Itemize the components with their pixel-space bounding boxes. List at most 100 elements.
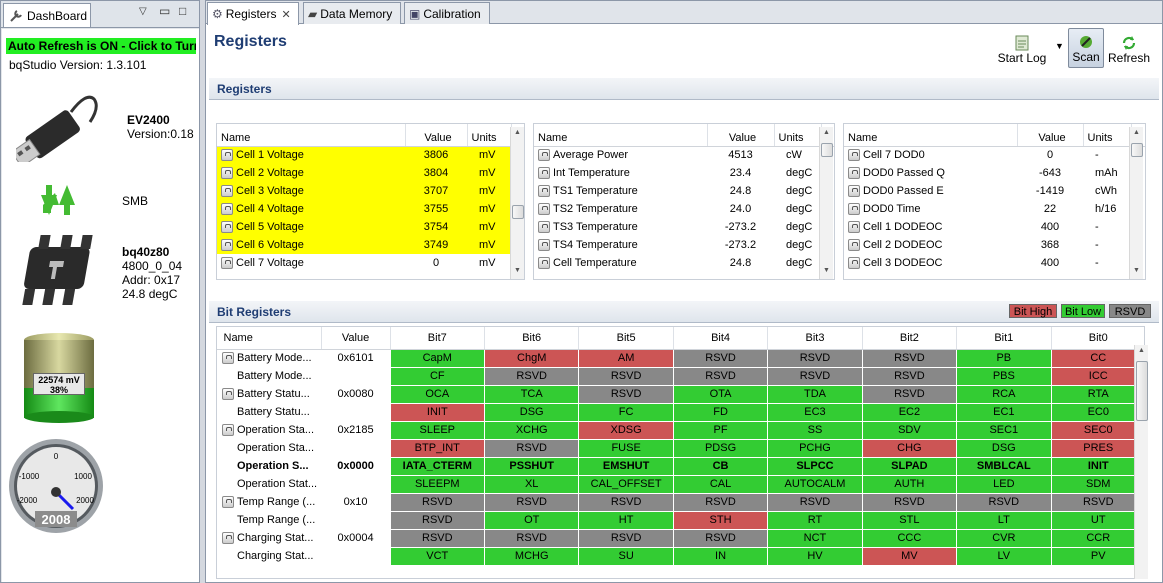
bit-cell[interactable]: PF xyxy=(672,420,769,440)
bit-cell[interactable]: RSVD xyxy=(483,492,580,512)
bit-cell[interactable]: PCHG xyxy=(767,438,863,458)
bit-cell[interactable]: NCT xyxy=(767,528,863,548)
bit-cell[interactable]: RSVD xyxy=(672,348,769,368)
tab-data-memory[interactable]: ▰ Data Memory xyxy=(303,2,401,24)
dashboard-tab[interactable]: DashBoard xyxy=(3,3,91,27)
bit-cell[interactable]: EC0 xyxy=(1050,402,1144,422)
bit-cell[interactable]: HV xyxy=(767,546,863,566)
register-row[interactable]: TS1 Temperature 24.8 degC xyxy=(534,182,834,200)
bit-cell[interactable]: XL xyxy=(483,474,580,494)
bit-cell[interactable]: TCA xyxy=(483,384,580,404)
bit-cell[interactable]: RSVD xyxy=(767,348,863,368)
bit-cell[interactable]: RSVD xyxy=(389,510,486,530)
bit-cell[interactable]: OTA xyxy=(672,384,769,404)
register-row[interactable]: TS2 Temperature 24.0 degC xyxy=(534,200,834,218)
refresh-button[interactable]: Refresh xyxy=(1106,28,1152,68)
bit-cell[interactable]: SDM xyxy=(1050,474,1144,494)
bit-cell[interactable]: IATA_CTERM xyxy=(389,456,486,476)
bit-cell[interactable]: RSVD xyxy=(389,528,486,548)
bit-cell[interactable]: HT xyxy=(578,510,674,530)
register-row[interactable]: Cell 2 Voltage 3804 mV xyxy=(217,164,524,182)
register-row[interactable]: Cell 1 Voltage 3806 mV xyxy=(217,146,524,164)
bit-cell[interactable]: PSSHUT xyxy=(483,456,580,476)
bit-register-row[interactable]: Battery Mode... 0x6101 CapM ChgM AM RSVD RSVD R… xyxy=(217,348,1144,368)
bit-cell[interactable]: RSVD xyxy=(578,384,674,404)
bit-cell[interactable]: RSVD xyxy=(672,528,769,548)
register-row[interactable]: DOD0 Time 22 h/16 xyxy=(844,200,1145,218)
register-row[interactable]: Cell 5 Voltage 3754 mV xyxy=(217,218,524,236)
tab-calibration[interactable]: ▣ Calibration xyxy=(404,2,490,24)
bit-cell[interactable]: PBS xyxy=(956,366,1052,386)
bit-register-row[interactable]: Temp Range (... RSVD OT HT STH RT STL LT UT xyxy=(217,510,1144,530)
bit-cell[interactable]: EC2 xyxy=(861,402,958,422)
view-menu-icon[interactable]: ▽ xyxy=(139,6,147,17)
bit-cell[interactable]: RT xyxy=(767,510,863,530)
register-row[interactable]: Average Power 4513 cW xyxy=(534,146,834,164)
register-row[interactable]: Cell 4 Voltage 3755 mV xyxy=(217,200,524,218)
bit-cell[interactable]: CAL_OFFSET xyxy=(578,474,674,494)
bit-cell[interactable]: CCR xyxy=(1050,528,1144,548)
register-table-1-scrollbar[interactable]: ▲ ▼ xyxy=(510,127,524,279)
bit-cell[interactable]: PV xyxy=(1050,546,1144,566)
bit-register-row[interactable]: Battery Statu... INIT DSG FC FD EC3 EC2 EC1 EC0 xyxy=(217,402,1144,422)
close-icon[interactable]: ✕ xyxy=(281,8,290,21)
bit-cell[interactable]: SLEEPM xyxy=(389,474,486,494)
bit-cell[interactable]: RSVD xyxy=(767,366,863,386)
bit-cell[interactable]: MCHG xyxy=(483,546,580,566)
bit-cell[interactable]: RTA xyxy=(1050,384,1144,404)
register-row[interactable]: Int Temperature 23.4 degC xyxy=(534,164,834,182)
bit-cell[interactable]: RSVD xyxy=(861,366,958,386)
bit-cell[interactable]: RSVD xyxy=(578,366,674,386)
bit-cell[interactable]: RSVD xyxy=(767,492,863,512)
bit-cell[interactable]: LT xyxy=(956,510,1052,530)
bit-cell[interactable]: FD xyxy=(672,402,769,422)
bit-cell[interactable]: OT xyxy=(483,510,580,530)
bit-cell[interactable]: SLPAD xyxy=(861,456,958,476)
bit-cell[interactable]: SEC0 xyxy=(1050,420,1144,440)
bit-cell[interactable]: CB xyxy=(672,456,769,476)
bit-cell[interactable]: RSVD xyxy=(578,528,674,548)
register-table-2-scrollbar[interactable]: ▲ ▼ xyxy=(819,127,833,279)
register-row[interactable]: TS3 Temperature -273.2 degC xyxy=(534,218,834,236)
bit-register-row[interactable]: Battery Mode... CF RSVD RSVD RSVD RSVD RSVD PBS… xyxy=(217,366,1144,386)
bit-cell[interactable]: RSVD xyxy=(861,492,958,512)
bit-cell[interactable]: UT xyxy=(1050,510,1144,530)
bit-cell[interactable]: CC xyxy=(1050,348,1144,368)
bit-cell[interactable]: CCC xyxy=(861,528,958,548)
bit-cell[interactable]: SLPCC xyxy=(767,456,863,476)
bit-cell[interactable]: RSVD xyxy=(672,492,769,512)
bit-cell[interactable]: FC xyxy=(578,402,674,422)
bit-register-row[interactable]: Charging Stat... VCT MCHG SU IN HV MV LV PV xyxy=(217,546,1144,566)
bit-cell[interactable]: XCHG xyxy=(483,420,580,440)
register-row[interactable]: DOD0 Passed Q -643 mAh xyxy=(844,164,1145,182)
bit-cell[interactable]: RSVD xyxy=(578,492,674,512)
bit-cell[interactable]: TDA xyxy=(767,384,863,404)
bit-cell[interactable]: INIT xyxy=(1050,456,1144,476)
bit-cell[interactable]: PB xyxy=(956,348,1052,368)
bit-cell[interactable]: SDV xyxy=(861,420,958,440)
bit-cell[interactable]: AUTOCALM xyxy=(767,474,863,494)
bit-cell[interactable]: BTP_INT xyxy=(389,438,486,458)
register-row[interactable]: Cell 3 Voltage 3707 mV xyxy=(217,182,524,200)
bit-cell[interactable]: CVR xyxy=(956,528,1052,548)
chevron-down-icon[interactable]: ▼ xyxy=(1055,41,1064,51)
scan-button[interactable]: Scan xyxy=(1068,28,1104,68)
bit-cell[interactable]: DSG xyxy=(483,402,580,422)
bit-cell[interactable]: STL xyxy=(861,510,958,530)
bit-table-scrollbar[interactable]: ▲ xyxy=(1134,345,1148,579)
bit-register-row[interactable]: Operation Sta... BTP_INT RSVD FUSE PDSG PCHG C… xyxy=(217,438,1144,458)
bit-cell[interactable]: CHG xyxy=(861,438,958,458)
bit-cell[interactable]: DSG xyxy=(956,438,1052,458)
bit-cell[interactable]: RCA xyxy=(956,384,1052,404)
bit-cell[interactable]: IN xyxy=(672,546,769,566)
register-row[interactable]: Cell 1 DODEOC 400 - xyxy=(844,218,1145,236)
bit-cell[interactable]: FUSE xyxy=(578,438,674,458)
register-row[interactable]: Cell 6 Voltage 3749 mV xyxy=(217,236,524,254)
bit-cell[interactable]: AM xyxy=(578,348,674,368)
tab-registers[interactable]: ⚙ Registers ✕ xyxy=(207,2,299,25)
bit-cell[interactable]: SS xyxy=(767,420,863,440)
register-table-3-scrollbar[interactable]: ▲ ▼ xyxy=(1129,127,1143,279)
bit-register-row[interactable]: Charging Stat... 0x0004 RSVD RSVD RSVD RSVD NC… xyxy=(217,528,1144,548)
auto-refresh-toggle[interactable]: Auto Refresh is ON - Click to Turn xyxy=(6,38,196,54)
register-row[interactable]: Cell Temperature 24.8 degC xyxy=(534,254,834,272)
